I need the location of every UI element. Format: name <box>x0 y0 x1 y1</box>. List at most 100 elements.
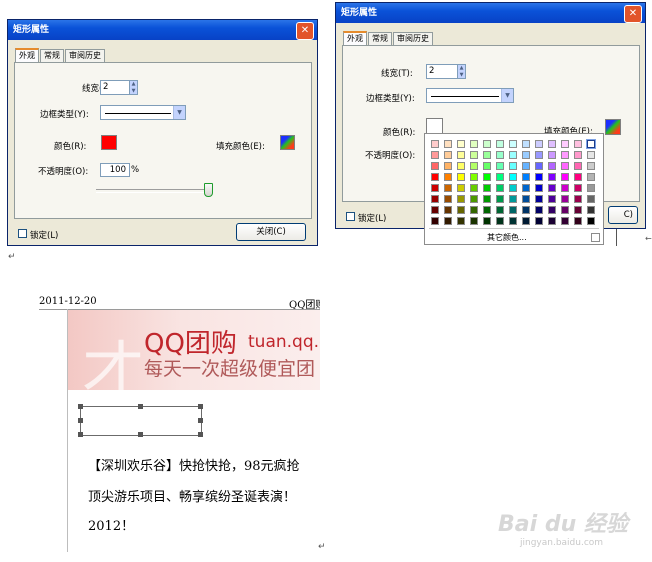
palette-color-swatch[interactable] <box>548 195 556 203</box>
palette-color-swatch[interactable] <box>457 217 465 225</box>
palette-color-swatch[interactable] <box>431 195 439 203</box>
palette-color-swatch[interactable] <box>496 173 504 181</box>
palette-color-swatch[interactable] <box>548 184 556 192</box>
palette-color-swatch[interactable] <box>522 162 530 170</box>
line-width-input[interactable]: 2 <box>100 80 130 95</box>
palette-color-swatch[interactable] <box>509 206 517 214</box>
palette-color-swatch[interactable] <box>496 151 504 159</box>
palette-color-swatch[interactable] <box>457 140 465 148</box>
more-colors-item[interactable]: 其它颜色... <box>487 232 527 243</box>
palette-color-swatch[interactable] <box>470 151 478 159</box>
tab-appearance[interactable]: 外观 <box>15 48 39 63</box>
palette-color-swatch[interactable] <box>483 162 491 170</box>
palette-color-swatch[interactable] <box>444 173 452 181</box>
palette-color-swatch[interactable] <box>496 217 504 225</box>
palette-color-swatch[interactable] <box>509 140 517 148</box>
palette-color-swatch[interactable] <box>483 173 491 181</box>
palette-color-swatch[interactable] <box>548 162 556 170</box>
palette-color-swatch[interactable] <box>431 173 439 181</box>
palette-color-swatch[interactable] <box>509 162 517 170</box>
tab-review-history[interactable]: 审阅历史 <box>393 32 433 45</box>
color-swatch[interactable] <box>101 135 117 150</box>
palette-color-swatch[interactable] <box>561 140 569 148</box>
more-colors-swatch[interactable] <box>591 233 600 242</box>
palette-color-swatch[interactable] <box>509 151 517 159</box>
chevron-down-icon[interactable]: ▼ <box>173 106 185 119</box>
palette-color-swatch[interactable] <box>470 206 478 214</box>
palette-color-swatch[interactable] <box>444 151 452 159</box>
palette-color-swatch[interactable] <box>496 184 504 192</box>
resize-handle[interactable] <box>198 418 203 423</box>
palette-color-swatch[interactable] <box>496 162 504 170</box>
palette-color-swatch[interactable] <box>574 151 582 159</box>
palette-color-swatch[interactable] <box>574 217 582 225</box>
palette-color-swatch[interactable] <box>574 140 582 148</box>
palette-color-swatch[interactable] <box>548 217 556 225</box>
line-width-spinner[interactable]: ▲ ▼ <box>457 64 466 79</box>
resize-handle[interactable] <box>138 404 143 409</box>
palette-color-swatch[interactable] <box>587 195 595 203</box>
opacity-slider-thumb[interactable] <box>204 183 213 197</box>
palette-color-swatch[interactable] <box>522 195 530 203</box>
resize-handle[interactable] <box>78 404 83 409</box>
fill-color-swatch[interactable] <box>605 119 621 135</box>
palette-color-swatch[interactable] <box>561 184 569 192</box>
color-swatch[interactable] <box>426 118 443 134</box>
close-icon[interactable]: ✕ <box>296 22 314 40</box>
palette-color-swatch[interactable] <box>587 151 595 159</box>
chevron-down-icon[interactable]: ▼ <box>501 89 513 102</box>
palette-color-swatch[interactable] <box>548 206 556 214</box>
palette-color-swatch[interactable] <box>431 206 439 214</box>
palette-color-swatch[interactable] <box>535 173 543 181</box>
palette-color-swatch[interactable] <box>535 151 543 159</box>
palette-color-swatch[interactable] <box>431 162 439 170</box>
palette-color-swatch[interactable] <box>561 217 569 225</box>
palette-color-swatch[interactable] <box>548 140 556 148</box>
palette-color-swatch[interactable] <box>470 140 478 148</box>
palette-color-swatch[interactable] <box>548 173 556 181</box>
palette-color-swatch[interactable] <box>535 206 543 214</box>
palette-color-swatch[interactable] <box>457 173 465 181</box>
palette-color-swatch[interactable] <box>483 140 491 148</box>
palette-color-swatch[interactable] <box>522 217 530 225</box>
palette-color-swatch[interactable] <box>548 151 556 159</box>
palette-color-swatch[interactable] <box>522 173 530 181</box>
palette-color-swatch[interactable] <box>522 151 530 159</box>
tab-general[interactable]: 常规 <box>40 49 64 62</box>
palette-color-swatch[interactable] <box>483 184 491 192</box>
palette-color-swatch[interactable] <box>574 195 582 203</box>
resize-handle[interactable] <box>138 432 143 437</box>
palette-color-swatch[interactable] <box>483 206 491 214</box>
resize-handle[interactable] <box>78 418 83 423</box>
palette-color-swatch[interactable] <box>470 217 478 225</box>
palette-color-swatch[interactable] <box>457 184 465 192</box>
palette-color-swatch[interactable] <box>522 206 530 214</box>
palette-color-swatch[interactable] <box>444 217 452 225</box>
resize-handle[interactable] <box>198 432 203 437</box>
palette-color-swatch[interactable] <box>470 162 478 170</box>
palette-color-swatch[interactable] <box>431 217 439 225</box>
resize-handle[interactable] <box>198 404 203 409</box>
palette-color-swatch[interactable] <box>561 162 569 170</box>
close-button[interactable]: 关闭(C) <box>236 223 306 241</box>
palette-color-swatch[interactable] <box>574 206 582 214</box>
line-width-input[interactable]: 2 <box>426 64 458 79</box>
palette-color-swatch[interactable] <box>444 162 452 170</box>
palette-color-swatch[interactable] <box>535 217 543 225</box>
close-icon[interactable]: ✕ <box>624 5 642 23</box>
palette-color-swatch[interactable] <box>535 140 543 148</box>
palette-color-swatch[interactable] <box>457 151 465 159</box>
palette-color-swatch[interactable] <box>587 217 595 225</box>
resize-handle[interactable] <box>78 432 83 437</box>
line-width-spinner[interactable]: ▲ ▼ <box>129 80 138 95</box>
tab-appearance[interactable]: 外观 <box>343 31 367 46</box>
palette-color-swatch[interactable] <box>561 173 569 181</box>
palette-color-swatch[interactable] <box>444 206 452 214</box>
tab-review-history[interactable]: 审阅历史 <box>65 49 105 62</box>
palette-color-swatch[interactable] <box>496 140 504 148</box>
palette-color-swatch[interactable] <box>522 184 530 192</box>
palette-color-swatch[interactable] <box>431 151 439 159</box>
palette-color-swatch[interactable] <box>444 195 452 203</box>
lock-checkbox[interactable] <box>346 212 355 221</box>
lock-checkbox[interactable] <box>18 229 27 238</box>
